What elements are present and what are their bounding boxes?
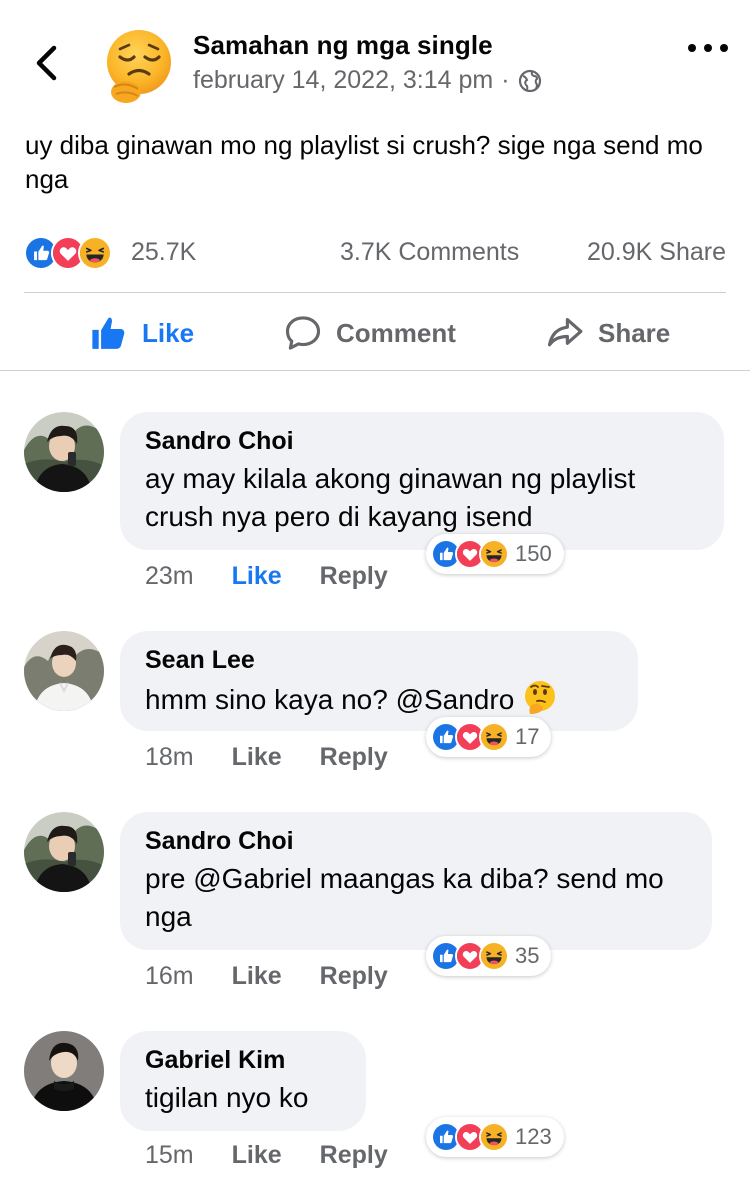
comment-label: Comment — [336, 317, 456, 348]
comment-like-link[interactable]: Like — [232, 743, 282, 772]
comment-reply-link[interactable]: Reply — [320, 743, 388, 772]
comment-item: Sandro Choi ay may kilala akong ginawan … — [0, 412, 750, 602]
haha-reaction-icon — [479, 1122, 509, 1152]
comment-time[interactable]: 23m — [145, 562, 194, 591]
like-button[interactable]: Like — [90, 310, 194, 356]
meta-separator: · — [501, 66, 510, 94]
post-header: Samahan ng mga single february 14, 2022,… — [0, 0, 750, 112]
post-timestamp[interactable]: february 14, 2022, 3:14 pm — [193, 66, 493, 95]
comment-meta: 15m Like Reply — [145, 1141, 426, 1170]
chevron-left-icon — [36, 45, 57, 81]
comment-time[interactable]: 16m — [145, 962, 194, 991]
comments-count[interactable]: 3.7K Comments — [340, 238, 519, 267]
divider — [24, 292, 726, 293]
page-avatar[interactable] — [96, 24, 178, 106]
comment-reactions[interactable]: 35 — [426, 936, 552, 976]
comment-reactions[interactable]: 17 — [426, 717, 552, 757]
comment-reply-link[interactable]: Reply — [320, 962, 388, 991]
avatar[interactable] — [24, 631, 104, 711]
avatar[interactable] — [24, 1031, 104, 1111]
comment-text: tigilan nyo ko — [145, 1082, 309, 1113]
divider — [0, 370, 750, 371]
comment-button[interactable]: Comment — [284, 310, 750, 356]
tired-face-emoji-icon — [107, 30, 171, 103]
comment-author[interactable]: Sandro Choi — [145, 426, 699, 456]
more-options-button[interactable] — [688, 30, 728, 66]
comment-meta: 23m Like Reply — [145, 562, 426, 591]
comment-bubble-icon — [285, 316, 321, 350]
globe-icon[interactable] — [518, 69, 542, 93]
haha-reaction-icon — [479, 539, 509, 569]
comment-reply-link[interactable]: Reply — [320, 1141, 388, 1170]
avatar[interactable] — [24, 412, 104, 492]
comment-item: Gabriel Kim tigilan nyo ko 123 15m Like … — [0, 1031, 750, 1181]
reaction-count: 17 — [515, 724, 540, 749]
reaction-count: 123 — [515, 1124, 552, 1149]
thumbs-up-icon — [92, 317, 125, 349]
post-stats: 25.7K 3.7K Comments 20.9K Share — [24, 232, 726, 274]
more-dot-icon — [688, 44, 696, 52]
back-button[interactable] — [30, 40, 66, 86]
post-text: uy diba ginawan mo ng playlist si crush?… — [25, 130, 703, 194]
comment-text: pre @Gabriel maangas ka diba? send mo ng… — [145, 863, 664, 932]
comment-author[interactable]: Gabriel Kim — [145, 1045, 341, 1075]
comment-like-link[interactable]: Like — [232, 962, 282, 991]
reaction-count: 150 — [515, 541, 552, 566]
comment-bubble[interactable]: Sean Lee hmm sino kaya no? @Sandro — [120, 631, 638, 731]
more-dot-icon — [704, 44, 712, 52]
page-name[interactable]: Samahan ng mga single — [193, 30, 493, 61]
post-meta: february 14, 2022, 3:14 pm · — [193, 66, 542, 95]
action-bar: Like Comment Share — [0, 300, 750, 366]
comment-bubble[interactable]: Sandro Choi pre @Gabriel maangas ka diba… — [120, 812, 712, 950]
comment-text: hmm sino kaya no? @Sandro — [145, 679, 613, 719]
haha-reaction-icon — [78, 236, 112, 270]
avatar[interactable] — [24, 812, 104, 892]
comment-meta: 18m Like Reply — [145, 743, 426, 772]
comment-bubble[interactable]: Sandro Choi ay may kilala akong ginawan … — [120, 412, 724, 550]
comment-text-content: hmm sino kaya no? @Sandro — [145, 684, 515, 715]
thinking-face-emoji-icon — [525, 681, 556, 714]
comment-time[interactable]: 18m — [145, 743, 194, 772]
shares-count[interactable]: 20.9K Share — [587, 238, 726, 267]
comment-time[interactable]: 15m — [145, 1141, 194, 1170]
comment-text: ay may kilala akong ginawan ng playlist … — [145, 463, 636, 532]
comment-reactions[interactable]: 123 — [426, 1117, 564, 1157]
comment-author[interactable]: Sandro Choi — [145, 826, 687, 856]
comment-reactions[interactable]: 150 — [426, 534, 564, 574]
share-label: Share — [598, 317, 671, 348]
comment-author[interactable]: Sean Lee — [145, 645, 613, 675]
comment-reply-link[interactable]: Reply — [320, 562, 388, 591]
post-reactions[interactable] — [24, 236, 112, 270]
comment-item: Sean Lee hmm sino kaya no? @Sandro 17 18… — [0, 631, 750, 781]
share-arrow-icon — [547, 317, 583, 347]
haha-reaction-icon — [479, 941, 509, 971]
haha-reaction-icon — [479, 722, 509, 752]
comment-bubble[interactable]: Gabriel Kim tigilan nyo ko — [120, 1031, 366, 1131]
comment-meta: 16m Like Reply — [145, 962, 426, 991]
comment-like-link[interactable]: Like — [232, 1141, 282, 1170]
more-dot-icon — [720, 44, 728, 52]
share-button[interactable]: Share — [546, 310, 670, 356]
reaction-count[interactable]: 25.7K — [131, 238, 196, 267]
comment-like-link[interactable]: Like — [232, 562, 282, 591]
reaction-count: 35 — [515, 943, 540, 968]
comment-item: Sandro Choi pre @Gabriel maangas ka diba… — [0, 812, 750, 1002]
like-label: Like — [142, 317, 195, 348]
